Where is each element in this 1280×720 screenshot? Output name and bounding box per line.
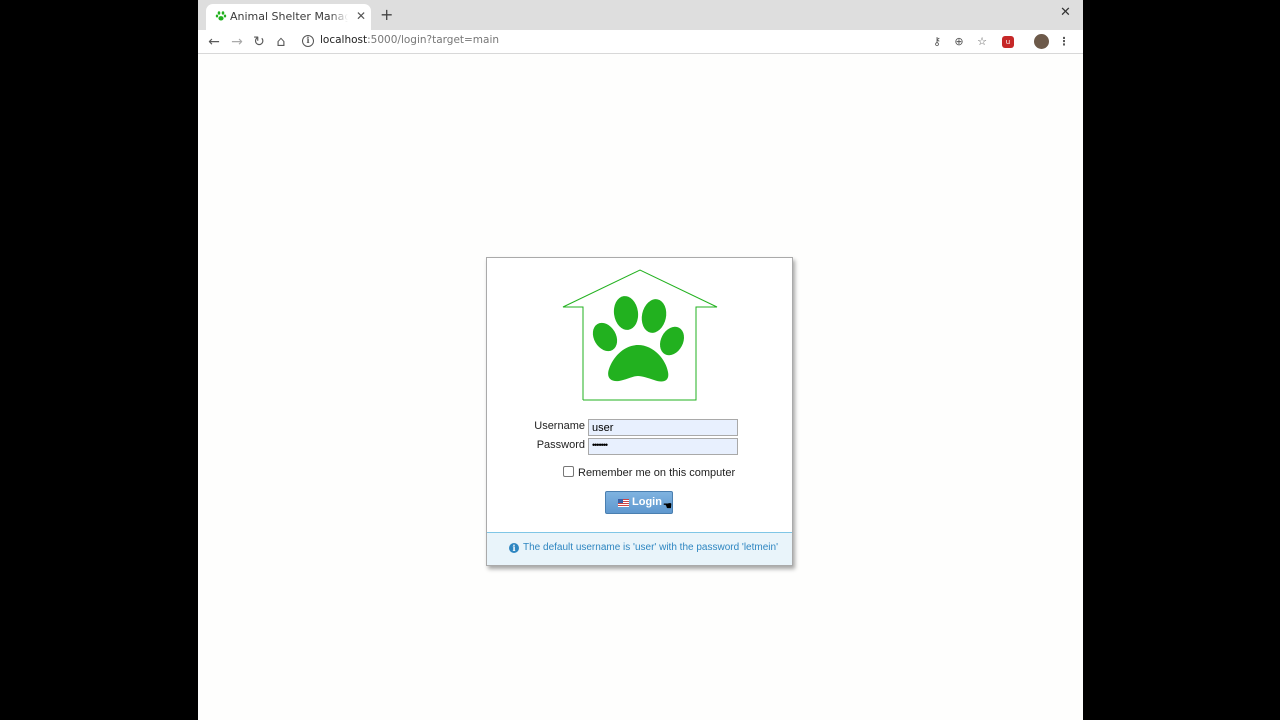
star-icon[interactable]: ☆ [974, 34, 990, 50]
remember-label[interactable]: Remember me on this computer [578, 467, 735, 479]
tab-active[interactable]: Animal Shelter Manager Login ✕ [206, 4, 371, 30]
key-icon[interactable]: ⚷ [929, 34, 945, 50]
url-path: :5000/login?target=main [367, 34, 500, 46]
username-label: Username [534, 420, 585, 432]
new-tab-button[interactable]: + [380, 6, 393, 24]
browser-window: Animal Shelter Manager Login ✕ + ✕ ← → ↻… [198, 0, 1083, 720]
paw-icon [215, 11, 227, 21]
info-icon: i [509, 543, 519, 553]
tab-title: Animal Shelter Manager Login [230, 10, 348, 23]
login-card: Username Password ••••••• Remember me on… [486, 257, 793, 566]
address-bar[interactable]: i localhost:5000/login?target=main [296, 31, 996, 52]
default-credentials-notice: i The default username is 'user' with th… [487, 532, 792, 565]
login-button-label: Login [632, 496, 662, 508]
us-flag-icon [618, 499, 629, 507]
shelter-logo [562, 269, 718, 401]
back-icon[interactable]: ← [205, 33, 223, 51]
close-tab-icon[interactable]: ✕ [356, 8, 366, 24]
site-info-icon[interactable]: i [302, 35, 314, 47]
page-content: Username Password ••••••• Remember me on… [198, 55, 1083, 720]
reload-icon[interactable]: ↻ [250, 33, 268, 51]
username-input[interactable] [588, 419, 738, 436]
home-icon[interactable]: ⌂ [272, 33, 290, 51]
hand-cursor-icon: ☚ [663, 501, 672, 512]
password-input[interactable]: ••••••• [588, 438, 738, 455]
zoom-icon[interactable]: ⊕ [951, 34, 967, 50]
remember-checkbox[interactable] [563, 466, 574, 477]
url-host: localhost [320, 34, 368, 46]
login-button[interactable]: Login ☚ [605, 491, 673, 514]
browser-toolbar: ← → ↻ ⌂ i localhost:5000/login?target=ma… [198, 30, 1083, 54]
ublock-icon[interactable]: u [1002, 36, 1014, 48]
url-text: localhost:5000/login?target=main [320, 34, 499, 46]
forward-icon[interactable]: → [228, 33, 246, 51]
tab-strip: Animal Shelter Manager Login ✕ + ✕ [198, 0, 1083, 30]
close-window-icon[interactable]: ✕ [1060, 5, 1071, 21]
menu-icon[interactable]: ⋮ [1056, 34, 1072, 50]
password-label: Password [536, 439, 585, 451]
avatar[interactable] [1034, 34, 1049, 49]
notice-text: The default username is 'user' with the … [523, 542, 778, 553]
